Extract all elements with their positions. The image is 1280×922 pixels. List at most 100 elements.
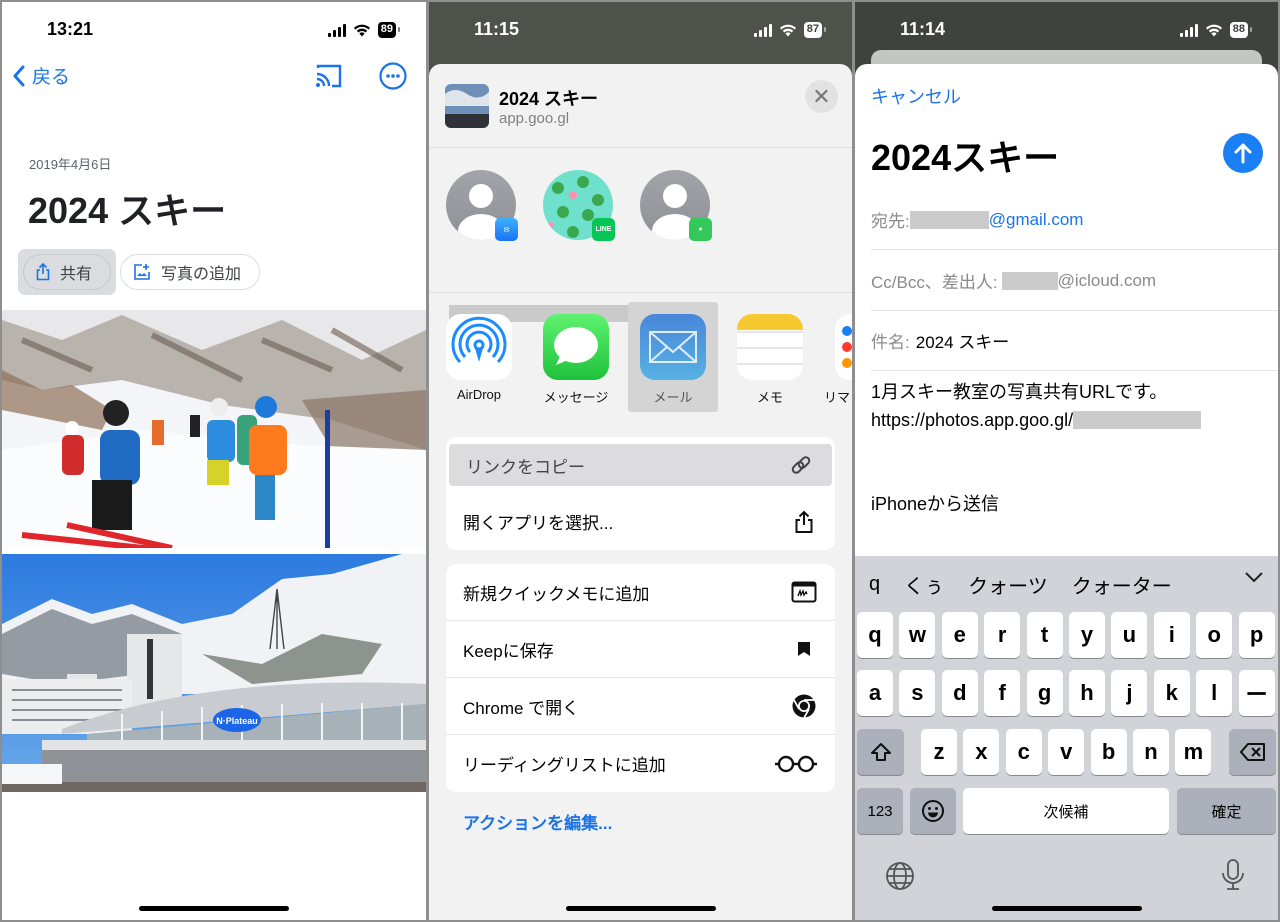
globe-icon[interactable] bbox=[885, 861, 915, 891]
app-label: AirDrop bbox=[456, 387, 502, 402]
cc-domain: @icloud.com bbox=[1057, 270, 1157, 290]
open-in-chrome-action[interactable]: Chrome で開く bbox=[446, 678, 835, 735]
status-time: 11:15 bbox=[474, 19, 520, 39]
subject-label: 件名: bbox=[871, 333, 910, 352]
airdrop-icon bbox=[446, 314, 512, 380]
app-airdrop[interactable]: AirDrop bbox=[434, 302, 524, 412]
keyboard: q くぅ クォーツ クォーター qwertyuiop asdfghjklー zx… bbox=[855, 556, 1278, 920]
messages-icon bbox=[543, 314, 609, 380]
share-button[interactable]: 共有 bbox=[23, 254, 112, 290]
open-in-app-action[interactable]: 開くアプリを選択... bbox=[446, 493, 835, 550]
key-s[interactable]: s bbox=[899, 670, 936, 716]
delete-key[interactable] bbox=[1229, 729, 1276, 775]
key-f[interactable]: f bbox=[984, 670, 1021, 716]
numbers-key[interactable]: 123 bbox=[857, 788, 903, 834]
chevron-down-icon[interactable] bbox=[1244, 570, 1264, 584]
key-l[interactable]: l bbox=[1196, 670, 1233, 716]
add-to-reading-list-action[interactable]: リーディングリストに追加 bbox=[446, 735, 835, 792]
bookmark-icon bbox=[789, 637, 819, 661]
key-m[interactable]: m bbox=[1175, 729, 1212, 775]
key-a[interactable]: a bbox=[857, 670, 893, 716]
mail-body[interactable]: 1月スキー教室の写真共有URLです。 https://photos.app.go… bbox=[871, 378, 1258, 518]
app-label: メモ bbox=[756, 390, 783, 405]
keyboard-row-3: zxcvbnm bbox=[855, 729, 1278, 775]
cancel-button[interactable]: キャンセル bbox=[871, 83, 961, 109]
app-reminders[interactable]: リマ bbox=[822, 302, 852, 412]
key-u[interactable]: u bbox=[1111, 612, 1148, 658]
key-g[interactable]: g bbox=[1026, 670, 1063, 716]
key-v[interactable]: v bbox=[1048, 729, 1085, 775]
action-label: Keepに保存 bbox=[463, 641, 554, 661]
album-photo-resort[interactable]: N·Plateau bbox=[2, 554, 426, 792]
more-horizontal-icon[interactable] bbox=[378, 61, 408, 91]
app-notes[interactable]: メモ bbox=[725, 302, 815, 412]
album-date: 2019年4月6日 bbox=[29, 157, 112, 172]
emoji-key[interactable] bbox=[910, 788, 956, 834]
mail-signature: iPhoneから送信 bbox=[871, 494, 1000, 514]
subject-field[interactable]: 件名: 2024 スキー bbox=[871, 311, 1278, 371]
candidate[interactable]: q bbox=[869, 573, 880, 596]
confirm-key[interactable]: 確定 bbox=[1177, 788, 1276, 834]
key-e[interactable]: e bbox=[941, 612, 978, 658]
key-long-vowel[interactable]: ー bbox=[1238, 670, 1275, 716]
cellular-signal-icon bbox=[753, 23, 772, 37]
close-icon: ✕ bbox=[812, 83, 831, 109]
shift-key[interactable] bbox=[857, 729, 904, 775]
back-label: 戻る bbox=[32, 67, 71, 88]
chrome-icon bbox=[789, 694, 819, 719]
candidate[interactable]: クォーター bbox=[1072, 570, 1172, 599]
mail-compose-sheet: キャンセル 2024スキー 宛先: @gmail.com Cc/Bcc、差出人:… bbox=[855, 64, 1278, 920]
chevron-left-icon bbox=[13, 65, 25, 86]
body-url: https://photos.app.goo.gl/ bbox=[871, 410, 1074, 430]
candidate[interactable]: くぅ bbox=[904, 570, 944, 599]
key-n[interactable]: n bbox=[1133, 729, 1169, 775]
candidate[interactable]: クォーツ bbox=[968, 570, 1048, 599]
cast-icon[interactable] bbox=[314, 62, 344, 90]
add-photos-button[interactable]: 写真の追加 bbox=[120, 254, 261, 290]
key-d[interactable]: d bbox=[941, 670, 978, 716]
key-w[interactable]: w bbox=[899, 612, 936, 658]
key-r[interactable]: r bbox=[984, 612, 1021, 658]
key-x[interactable]: x bbox=[963, 729, 1000, 775]
subject-value: 2024 スキー bbox=[915, 333, 1010, 352]
key-h[interactable]: h bbox=[1069, 670, 1105, 716]
action-label: Chrome で開く bbox=[463, 698, 580, 718]
app-label: メッセージ bbox=[543, 390, 609, 405]
key-q[interactable]: q bbox=[857, 612, 893, 658]
status-time: 11:14 bbox=[900, 19, 946, 39]
to-field[interactable]: 宛先: @gmail.com bbox=[871, 190, 1278, 250]
action-label: 新規クイックメモに追加 bbox=[463, 584, 650, 604]
backspace-icon bbox=[1239, 743, 1265, 761]
send-button[interactable] bbox=[1223, 133, 1263, 173]
album-title: 2024 スキー bbox=[28, 190, 227, 231]
microphone-icon[interactable] bbox=[1220, 858, 1246, 892]
next-candidate-key[interactable]: 次候補 bbox=[963, 788, 1169, 834]
album-photo-skiers[interactable] bbox=[2, 310, 426, 548]
copy-link-action[interactable]: リンクをコピー bbox=[449, 444, 832, 486]
key-k[interactable]: k bbox=[1153, 670, 1190, 716]
body-line-1: 1月スキー教室の写真共有URLです。 bbox=[871, 382, 1168, 402]
key-b[interactable]: b bbox=[1090, 729, 1127, 775]
key-z[interactable]: z bbox=[921, 729, 957, 775]
key-j[interactable]: j bbox=[1111, 670, 1148, 716]
key-o[interactable]: o bbox=[1196, 612, 1233, 658]
app-label: リマ bbox=[824, 390, 851, 405]
back-button[interactable]: 戻る bbox=[12, 62, 70, 89]
app-messages[interactable]: メッセージ bbox=[531, 302, 621, 412]
glasses-icon bbox=[773, 752, 819, 776]
link-icon bbox=[786, 453, 816, 477]
key-c[interactable]: c bbox=[1005, 729, 1042, 775]
save-to-keep-action[interactable]: Keepに保存 bbox=[446, 621, 835, 678]
quick-note-action[interactable]: 新規クイックメモに追加 bbox=[446, 564, 835, 621]
key-t[interactable]: t bbox=[1026, 612, 1063, 658]
wifi-icon bbox=[1205, 24, 1222, 36]
redacted-recipient bbox=[909, 210, 989, 229]
redacted-url-path bbox=[1073, 411, 1202, 429]
cc-bcc-from-field[interactable]: Cc/Bcc、差出人: @icloud.com bbox=[871, 251, 1278, 311]
edit-actions-link[interactable]: アクションを編集... bbox=[463, 809, 612, 834]
key-i[interactable]: i bbox=[1153, 612, 1190, 658]
key-p[interactable]: p bbox=[1238, 612, 1275, 658]
app-mail[interactable]: メール bbox=[628, 302, 718, 412]
key-y[interactable]: y bbox=[1069, 612, 1105, 658]
close-button[interactable]: ✕ bbox=[805, 80, 838, 113]
